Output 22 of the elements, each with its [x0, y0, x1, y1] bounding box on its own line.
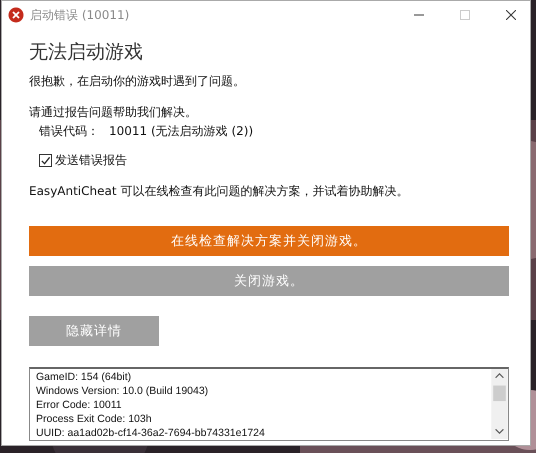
hide-details-button[interactable]: 隐藏详情: [29, 316, 159, 346]
error-code-value: 10011 (无法启动游戏 (2)): [109, 123, 254, 140]
checkbox[interactable]: [39, 154, 52, 167]
checkbox-label[interactable]: 发送错误报告: [55, 152, 127, 169]
details-line: UUID: aa1ad02b-cf14-36a2-7694-bb74331e1724: [36, 426, 266, 440]
details-textbox[interactable]: GameID: 154 (64bit) Windows Version: 10.0 (Build 19043) Error Code: 10011 Process Exit Code: 103h UUID: aa1ad02b-cf14-36a2-7694-bb74331e1724: [29, 367, 509, 441]
details-line: Windows Version: 10.0 (Build 19043): [36, 384, 210, 398]
details-line: Process Exit Code: 103h: [36, 412, 153, 426]
checkmark-icon: [40, 155, 51, 166]
error-code-label: 错误代码：: [39, 123, 99, 140]
help-text: 请通过报告问题帮助我们解决。: [29, 104, 197, 121]
details-line: Error Code: 10011: [36, 398, 123, 412]
close-game-button[interactable]: 关闭游戏。: [29, 266, 509, 296]
info-text: EasyAntiCheat 可以在线检查有此问题的解决方案，并试着协助解决。: [29, 183, 408, 200]
scrollbar-drawing[interactable]: [491, 369, 508, 439]
error-icon: [8, 7, 24, 23]
message-text: 很抱歉，在启动你的游戏时遇到了问题。: [29, 73, 245, 90]
heading: 无法启动游戏: [29, 40, 143, 65]
check-online-button[interactable]: 在线检查解决方案并关闭游戏。: [29, 226, 509, 256]
close-icon[interactable]: [506, 10, 516, 20]
window-title: 启动错误 (10011): [30, 6, 130, 24]
details-line: GameID: 154 (64bit): [36, 370, 132, 384]
